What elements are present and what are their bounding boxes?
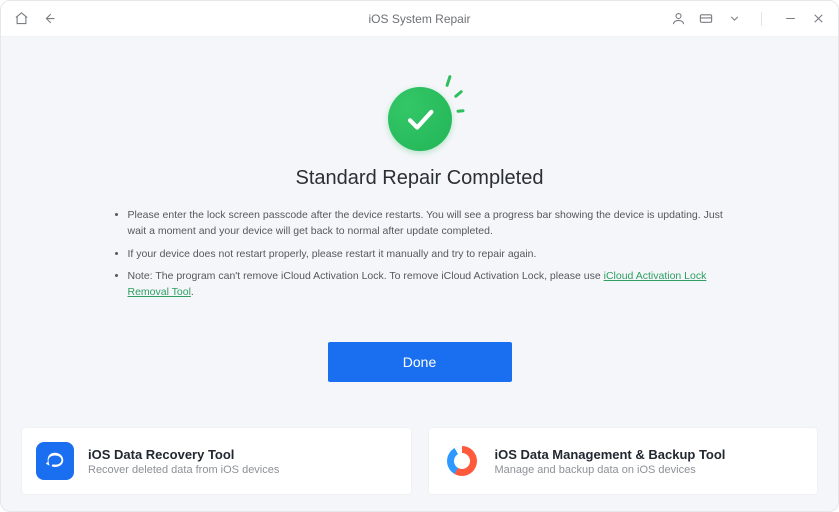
menu-icon[interactable] bbox=[698, 11, 714, 27]
card-data-backup[interactable]: iOS Data Management & Backup Tool Manage… bbox=[428, 427, 819, 495]
instruction-item: If your device does not restart properly… bbox=[128, 247, 734, 263]
instructions-list: Please enter the lock screen passcode af… bbox=[106, 208, 734, 308]
divider-icon bbox=[754, 11, 770, 27]
card-title: iOS Data Management & Backup Tool bbox=[495, 447, 726, 462]
backup-icon bbox=[443, 442, 481, 480]
chevron-down-icon[interactable] bbox=[726, 11, 742, 27]
recovery-icon bbox=[36, 442, 74, 480]
close-icon[interactable] bbox=[810, 11, 826, 27]
card-title: iOS Data Recovery Tool bbox=[88, 447, 279, 462]
checkmark-icon bbox=[388, 87, 452, 151]
done-button[interactable]: Done bbox=[328, 342, 512, 382]
home-icon[interactable] bbox=[13, 11, 29, 27]
card-desc: Manage and backup data on iOS devices bbox=[495, 464, 726, 476]
instruction-item: Please enter the lock screen passcode af… bbox=[128, 208, 734, 240]
page-title: Standard Repair Completed bbox=[296, 167, 544, 190]
note-prefix: Note: The program can't remove iCloud Ac… bbox=[128, 270, 604, 282]
user-icon[interactable] bbox=[670, 11, 686, 27]
app-window: iOS System Repair bbox=[0, 0, 839, 512]
titlebar: iOS System Repair bbox=[1, 1, 838, 37]
note-suffix: . bbox=[191, 286, 194, 298]
card-desc: Recover deleted data from iOS devices bbox=[88, 464, 279, 476]
main-content: Standard Repair Completed Please enter t… bbox=[1, 37, 838, 511]
back-icon[interactable] bbox=[41, 11, 57, 27]
instruction-note: Note: The program can't remove iCloud Ac… bbox=[128, 269, 734, 301]
minimize-icon[interactable] bbox=[782, 11, 798, 27]
card-data-recovery[interactable]: iOS Data Recovery Tool Recover deleted d… bbox=[21, 427, 412, 495]
promo-cards: iOS Data Recovery Tool Recover deleted d… bbox=[21, 427, 818, 495]
success-graphic bbox=[384, 81, 456, 153]
